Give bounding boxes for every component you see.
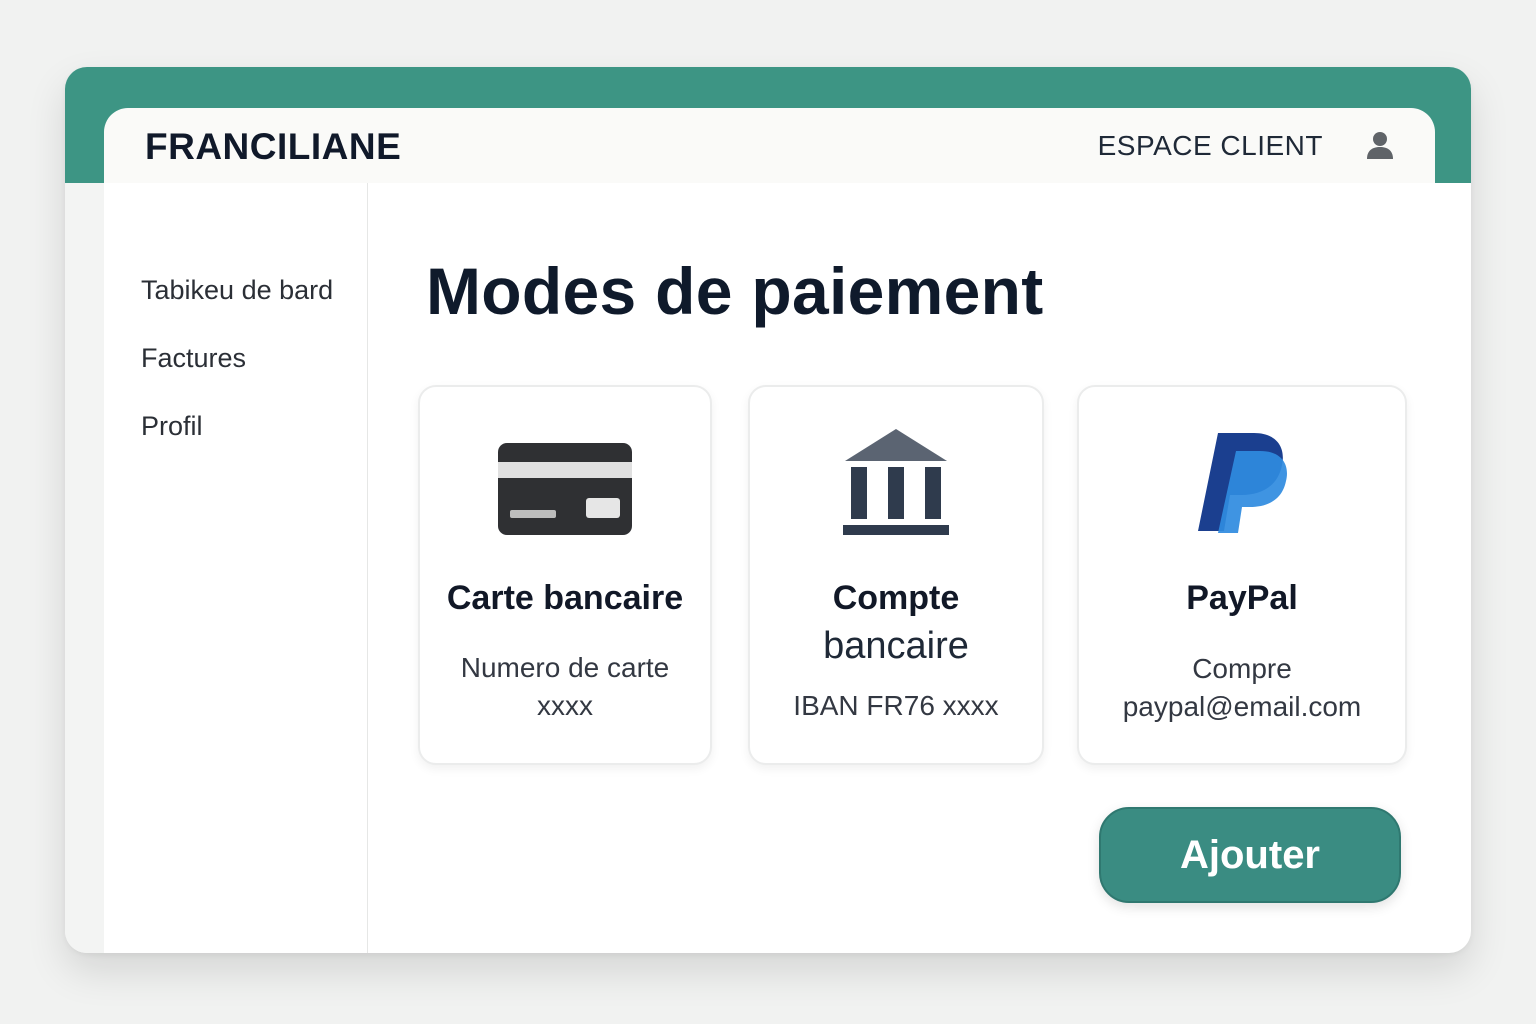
espace-client-link[interactable]: ESPACE CLIENT <box>1098 130 1323 162</box>
left-strip <box>65 183 104 953</box>
add-payment-button[interactable]: Ajouter <box>1099 807 1401 903</box>
page-title: Modes de paiement <box>426 254 1044 328</box>
main-content: Modes de paiement Carte bancaire Numero … <box>368 183 1471 953</box>
paypal-icon <box>1079 433 1405 535</box>
card-detail: IBAN FR76 xxxx <box>793 690 999 721</box>
card-title: PayPal <box>1186 579 1298 617</box>
sidebar-item-profil[interactable]: Profil <box>141 411 203 442</box>
brand-logo[interactable]: FRANCILIANE <box>145 126 401 168</box>
credit-card-icon <box>420 443 710 535</box>
card-detail-line2: paypal@email.com <box>1122 691 1362 722</box>
sidebar-item-dashboard[interactable]: Tabikeu de bard <box>141 275 333 306</box>
payment-card-bank-account[interactable]: Compte bancaire IBAN FR76 xxxx <box>748 385 1044 765</box>
card-title: Carte bancaire <box>446 579 684 617</box>
sidebar-item-factures[interactable]: Factures <box>141 343 246 374</box>
card-title: Compte <box>832 579 960 617</box>
card-detail-line1: Compre <box>1192 653 1292 684</box>
header-bar: FRANCILIANE ESPACE CLIENT <box>104 108 1435 183</box>
user-icon[interactable] <box>1363 128 1397 162</box>
payment-card-credit-card[interactable]: Carte bancaire Numero de carte xxxx <box>418 385 712 765</box>
app-window: FRANCILIANE ESPACE CLIENT Tabikeu de bar… <box>65 67 1471 953</box>
card-detail-line1: Numero de carte <box>460 652 670 683</box>
card-title-line2: bancaire <box>823 625 969 667</box>
payment-card-paypal[interactable]: PayPal Compre paypal@email.com <box>1077 385 1407 765</box>
card-detail-line2: xxxx <box>537 690 593 721</box>
sidebar: Tabikeu de bard Factures Profil <box>104 183 368 953</box>
bank-icon <box>750 429 1042 537</box>
